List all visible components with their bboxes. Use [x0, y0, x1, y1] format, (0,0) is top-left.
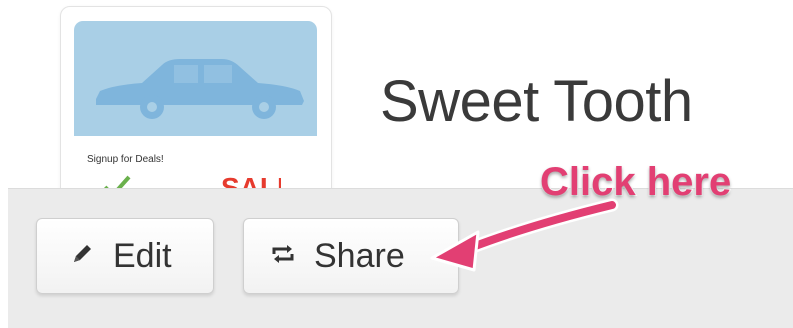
- page-title: Sweet Tooth: [380, 69, 693, 134]
- share-button-label: Share: [314, 236, 405, 275]
- car-icon: [96, 59, 304, 119]
- pencil-icon: [69, 241, 95, 272]
- app-card[interactable]: Signup for Deals! SALE: [60, 6, 332, 208]
- share-icon: [270, 241, 296, 272]
- edit-button[interactable]: Edit: [36, 218, 214, 294]
- signup-text: Signup for Deals!: [87, 154, 164, 165]
- click-here-annotation: Click here: [539, 159, 732, 205]
- app-thumbnail: [74, 21, 317, 136]
- share-button[interactable]: Share: [243, 218, 459, 294]
- edit-button-label: Edit: [113, 236, 172, 275]
